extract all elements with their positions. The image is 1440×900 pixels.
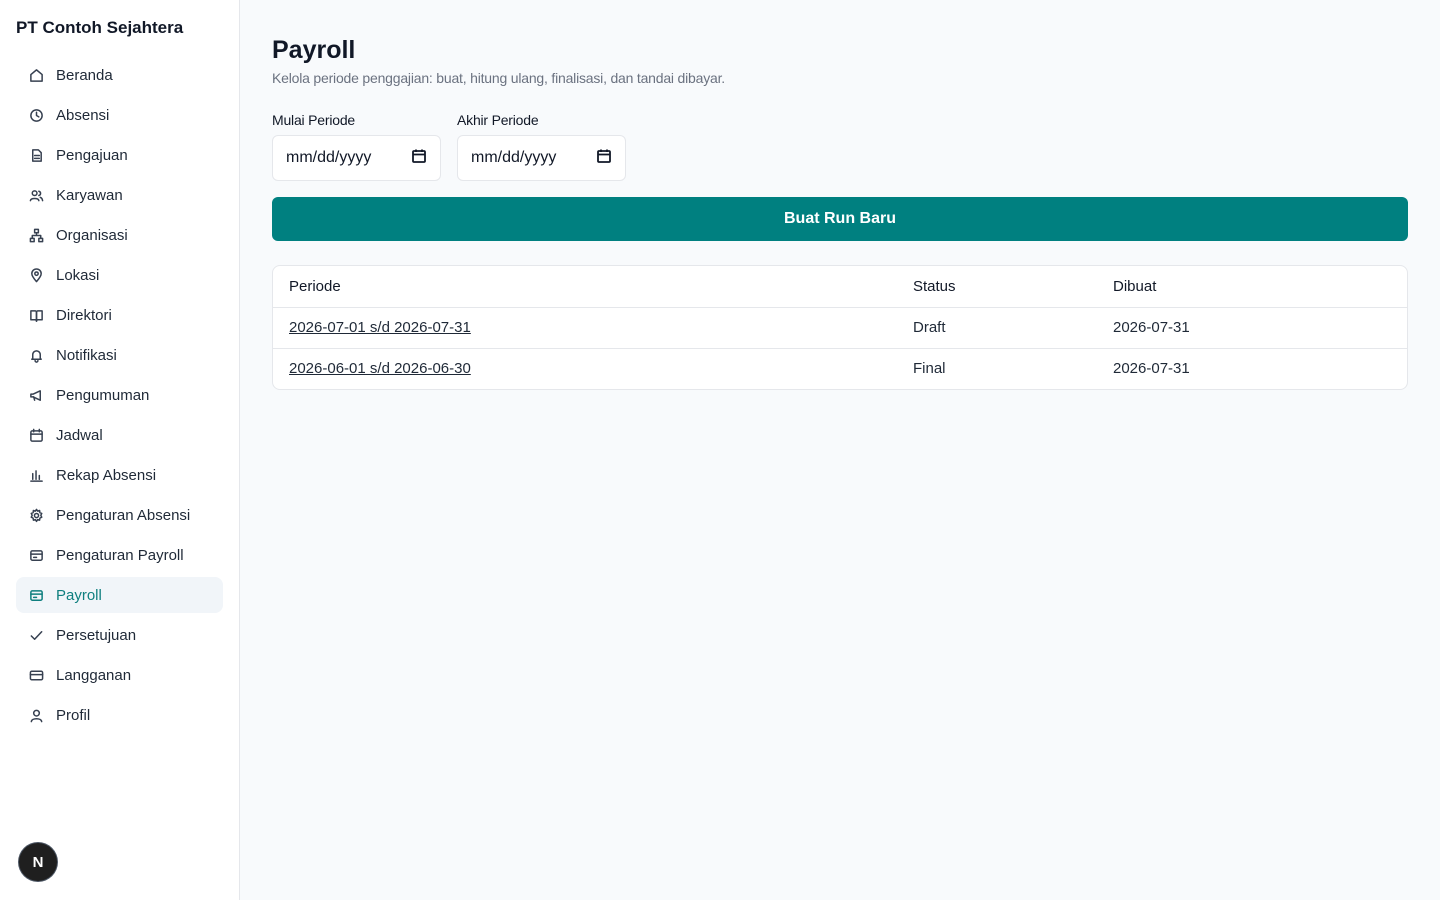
sidebar-item-label: Pengumuman	[56, 386, 150, 404]
table-header-row: Periode Status Dibuat	[273, 266, 1407, 308]
wallet-icon	[28, 587, 44, 603]
check-icon	[28, 627, 44, 643]
users-icon	[28, 187, 44, 203]
sidebar-item-profil[interactable]: Profil	[16, 697, 223, 733]
sidebar-item-label: Pengajuan	[56, 146, 128, 164]
bar-chart-icon	[28, 467, 44, 483]
period-cell: 2026-07-01 s/d 2026-07-31	[273, 307, 897, 348]
sidebar-item-karyawan[interactable]: Karyawan	[16, 177, 223, 213]
sidebar-item-label: Absensi	[56, 106, 110, 124]
sidebar-item-label: Payroll	[56, 586, 102, 604]
sidebar-item-label: Lokasi	[56, 266, 100, 284]
sidebar-item-direktori[interactable]: Direktori	[16, 297, 223, 333]
end-period-field: Akhir Periode mm/dd/yyyy	[457, 112, 626, 181]
sidebar-item-rekap-absensi[interactable]: Rekap Absensi	[16, 457, 223, 493]
sidebar-item-jadwal[interactable]: Jadwal	[16, 417, 223, 453]
user-icon	[28, 707, 44, 723]
org-chart-icon	[28, 227, 44, 243]
sidebar-item-label: Notifikasi	[56, 346, 117, 364]
sidebar-item-pengaturan-absensi[interactable]: Pengaturan Absensi	[16, 497, 223, 533]
sidebar-item-notifikasi[interactable]: Notifikasi	[16, 337, 223, 373]
period-cell: 2026-06-01 s/d 2026-06-30	[273, 347, 897, 389]
sidebar-item-label: Langganan	[56, 666, 132, 684]
sidebar-item-label: Pengaturan Absensi	[56, 506, 191, 524]
created-cell: 2026-07-31	[1113, 319, 1190, 336]
created-cell: 2026-07-31	[1097, 347, 1407, 389]
start-period-label: Mulai Periode	[272, 112, 355, 128]
bell-icon	[28, 347, 44, 363]
document-icon	[28, 147, 44, 163]
megaphone-icon	[28, 387, 44, 403]
wallet-icon	[28, 547, 44, 563]
period-link[interactable]: 2026-06-01 s/d 2026-06-30	[289, 360, 471, 377]
column-header-periode: Periode	[273, 266, 897, 308]
sidebar: PT Contoh Sejahtera Beranda Absensi Peng…	[0, 0, 240, 900]
table-row: 2026-07-01 s/d 2026-07-31 Draft 2026-07-…	[273, 307, 1407, 348]
sidebar-item-langganan[interactable]: Langganan	[16, 657, 223, 693]
start-period-input[interactable]: mm/dd/yyyy	[272, 135, 441, 181]
sidebar-item-label: Direktori	[56, 306, 112, 324]
status-cell: Draft	[913, 319, 946, 336]
start-period-value: mm/dd/yyyy	[286, 149, 372, 166]
main-content: Payroll Kelola periode penggajian: buat,…	[272, 0, 1408, 390]
sidebar-item-pengajuan[interactable]: Pengajuan	[16, 137, 223, 173]
sidebar-item-pengaturan-payroll[interactable]: Pengaturan Payroll	[16, 537, 223, 573]
sidebar-nav: Beranda Absensi Pengajuan Karyawan Organ…	[16, 57, 223, 733]
book-icon	[28, 307, 44, 323]
period-filters: Mulai Periode mm/dd/yyyy Akhir Periode m…	[272, 112, 1408, 181]
sidebar-item-payroll[interactable]: Payroll	[16, 577, 223, 613]
column-header-dibuat: Dibuat	[1097, 266, 1407, 308]
gear-icon	[28, 507, 44, 523]
sidebar-item-label: Jadwal	[56, 426, 103, 444]
calendar-icon	[28, 427, 44, 443]
payroll-table: Periode Status Dibuat 2026-07-01 s/d 202…	[272, 265, 1408, 390]
brand-name: PT Contoh Sejahtera	[16, 18, 184, 37]
sidebar-item-label: Organisasi	[56, 226, 128, 244]
sidebar-item-label: Persetujuan	[56, 626, 137, 644]
end-period-value: mm/dd/yyyy	[471, 149, 557, 166]
sidebar-item-label: Profil	[56, 706, 91, 724]
calendar-icon[interactable]	[411, 148, 427, 169]
end-period-input[interactable]: mm/dd/yyyy	[457, 135, 626, 181]
sidebar-item-label: Pengaturan Payroll	[56, 546, 184, 564]
period-link[interactable]: 2026-07-01 s/d 2026-07-31	[289, 319, 471, 336]
end-period-label: Akhir Periode	[457, 112, 539, 128]
status-cell: Final	[897, 347, 1097, 389]
create-run-button[interactable]: Buat Run Baru	[272, 197, 1408, 241]
page-subtitle: Kelola periode penggajian: buat, hitung …	[272, 70, 725, 86]
table-row: 2026-06-01 s/d 2026-06-30 Final 2026-07-…	[273, 347, 1407, 389]
sidebar-item-beranda[interactable]: Beranda	[16, 57, 223, 93]
credit-card-icon	[28, 667, 44, 683]
page-title: Payroll	[272, 36, 356, 64]
map-pin-icon	[28, 267, 44, 283]
sidebar-item-persetujuan[interactable]: Persetujuan	[16, 617, 223, 653]
sidebar-item-label: Rekap Absensi	[56, 466, 157, 484]
sidebar-item-label: Karyawan	[56, 186, 123, 204]
sidebar-item-label: Beranda	[56, 66, 113, 84]
sidebar-item-lokasi[interactable]: Lokasi	[16, 257, 223, 293]
sidebar-item-absensi[interactable]: Absensi	[16, 97, 223, 133]
sidebar-item-pengumuman[interactable]: Pengumuman	[16, 377, 223, 413]
clock-icon	[28, 107, 44, 123]
column-header-status: Status	[897, 266, 1097, 308]
start-period-field: Mulai Periode mm/dd/yyyy	[272, 112, 441, 181]
home-icon	[28, 67, 44, 83]
avatar[interactable]: N	[19, 843, 57, 881]
calendar-icon[interactable]	[596, 148, 612, 169]
sidebar-item-organisasi[interactable]: Organisasi	[16, 217, 223, 253]
